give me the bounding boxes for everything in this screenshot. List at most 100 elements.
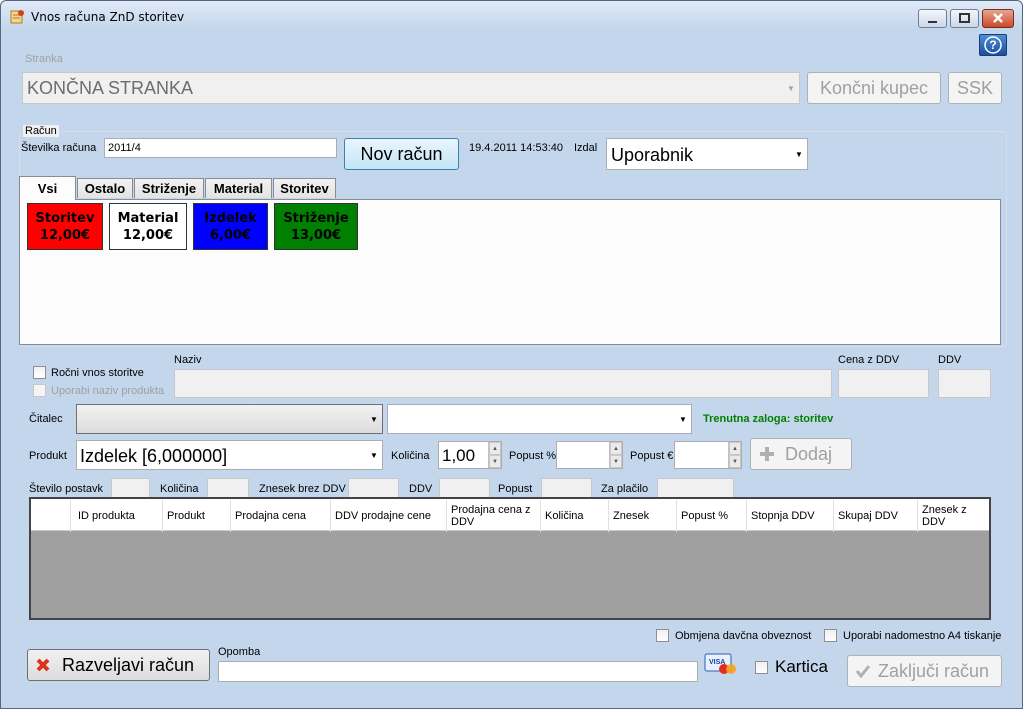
izdal-combo[interactable]: Uporabnik ▼	[606, 138, 808, 170]
zaloga-text: Trenutna zaloga: storitev	[703, 413, 834, 425]
ddv-input[interactable]	[938, 369, 991, 398]
col-znesek-z-ddv[interactable]: Znesek z DDV	[918, 500, 988, 532]
col-znesek[interactable]: Znesek	[609, 500, 677, 532]
help-icon: ?	[984, 36, 1002, 54]
x-icon	[36, 658, 50, 672]
tile-price: 12,00€	[39, 227, 91, 243]
zakljuci-button[interactable]: Zaključi račun	[847, 655, 1002, 687]
tab-strizenje[interactable]: Striženje	[134, 178, 204, 198]
datetime-text: 19.4.2011 14:53:40	[469, 142, 563, 154]
produkt-combo[interactable]: Izdelek [6,000000] ▼	[76, 440, 383, 470]
izdal-value: Uporabnik	[611, 145, 694, 165]
summary-ddv-label: DDV	[409, 483, 433, 495]
rocni-vnos-label: Ročni vnos storitve	[51, 367, 144, 379]
summary-popust-label: Popust	[498, 483, 533, 495]
koncni-kupec-button[interactable]: Končni kupec	[807, 72, 941, 104]
chevron-down-icon: ▼	[679, 414, 687, 424]
col-prodajna-cena[interactable]: Prodajna cena	[231, 500, 331, 532]
col-ddv-prodajne-cene[interactable]: DDV prodajne cene	[331, 500, 447, 532]
row-header-corner	[31, 500, 71, 532]
col-id-produkta[interactable]: ID produkta	[74, 500, 163, 532]
summary-ddv-value	[439, 478, 490, 498]
tile-izdelek[interactable]: Izdelek 6,00€	[193, 203, 268, 250]
maximize-button[interactable]	[950, 9, 979, 28]
tile-storitev[interactable]: Storitev 12,00€	[27, 203, 103, 250]
stranka-combo[interactable]: KONČNA STRANKA ▼	[22, 72, 800, 104]
stranka-value: KONČNA STRANKA	[27, 78, 194, 98]
tile-price: 6,00€	[209, 227, 252, 243]
opomba-label: Opomba	[218, 646, 261, 658]
naziv-input[interactable]	[174, 369, 832, 398]
col-popust-pct[interactable]: Popust %	[677, 500, 747, 532]
tile-price: 12,00€	[122, 227, 174, 243]
kartica-label: Kartica	[775, 657, 828, 676]
obmjena-checkbox[interactable]	[656, 629, 669, 642]
maximize-icon	[959, 13, 970, 23]
racun-group-label: Račun	[23, 125, 59, 137]
znesek-brez-ddv-label: Znesek brez DDV	[259, 483, 346, 495]
stevilka-value: 2011/4	[108, 142, 141, 154]
col-prodajna-cena-z-ddv[interactable]: Prodajna cena z DDV	[447, 500, 541, 532]
uporabi-naziv-label: Uporabi naziv produkta	[51, 385, 165, 397]
title-bar[interactable]: Vnos računa ZnD storitev	[1, 1, 1022, 31]
naziv-label: Naziv	[174, 354, 202, 366]
stevilka-input[interactable]: 2011/4	[104, 138, 337, 158]
citalec-combo[interactable]: ▼	[76, 404, 383, 434]
a4-checkbox[interactable]	[824, 629, 837, 642]
produkt-label: Produkt	[29, 450, 67, 462]
nov-racun-button[interactable]: Nov račun	[344, 138, 459, 170]
cena-input[interactable]	[838, 369, 929, 398]
popust-pct-label: Popust %	[509, 450, 557, 462]
checkmark-icon	[855, 665, 871, 679]
col-stopnja-ddv[interactable]: Stopnja DDV	[747, 500, 834, 532]
kolicina-input[interactable]: 1,00 ▲ ▼	[438, 441, 502, 469]
opomba-input[interactable]	[218, 661, 698, 682]
citalec-combo-2[interactable]: ▼	[387, 404, 692, 434]
chevron-down-icon: ▼	[795, 149, 803, 159]
close-button[interactable]	[982, 9, 1014, 28]
chevron-down-icon: ▼	[370, 414, 378, 424]
popust-eur-input[interactable]: ▲ ▼	[674, 441, 742, 469]
ssk-button[interactable]: SSK	[948, 72, 1002, 104]
tab-vsi[interactable]: Vsi	[19, 176, 76, 200]
col-skupaj-ddv[interactable]: Skupaj DDV	[834, 500, 918, 532]
popust-pct-spinner[interactable]: ▲ ▼	[609, 442, 622, 468]
citalec-label: Čitalec	[29, 413, 63, 425]
col-produkt[interactable]: Produkt	[163, 500, 231, 532]
kolicina-spinner[interactable]: ▲ ▼	[488, 442, 501, 468]
popust-eur-spinner[interactable]: ▲ ▼	[728, 442, 741, 468]
credit-card-icon: VISA	[704, 653, 736, 674]
a4-label: Uporabi nadomestno A4 tiskanje	[843, 630, 1002, 642]
tile-name: Izdelek	[204, 210, 257, 226]
obmjena-label: Obmjena davčna obveznost	[675, 630, 812, 642]
close-icon	[993, 13, 1003, 23]
tile-name: Material	[117, 210, 179, 226]
svg-text:?: ?	[989, 38, 996, 52]
kolicina-label: Količina	[391, 450, 430, 462]
izdal-label: Izdal	[574, 142, 598, 154]
tab-ostalo[interactable]: Ostalo	[77, 178, 133, 198]
produkt-value: Izdelek [6,000000]	[80, 446, 228, 466]
window-title: Vnos računa ZnD storitev	[31, 10, 185, 24]
plus-icon	[760, 447, 774, 461]
tab-storitev[interactable]: Storitev	[273, 178, 336, 198]
help-button[interactable]: ?	[979, 34, 1007, 56]
kartica-checkbox[interactable]	[755, 661, 768, 674]
tile-strizenje[interactable]: Striženje 13,00€	[274, 203, 358, 250]
dodaj-button[interactable]: Dodaj	[750, 438, 852, 470]
summary-kolicina-label: Količina	[160, 483, 199, 495]
popust-eur-label: Popust €	[630, 450, 674, 462]
kolicina-value: 1,00	[442, 446, 476, 465]
stranka-label: Stranka	[25, 53, 63, 65]
tab-material[interactable]: Material	[205, 178, 272, 198]
znesek-brez-ddv-value	[348, 478, 399, 498]
razveljavi-button[interactable]: Razveljavi račun	[27, 649, 210, 681]
tile-material[interactable]: Material 12,00€	[109, 203, 187, 250]
col-kolicina[interactable]: Količina	[541, 500, 609, 532]
chevron-down-icon: ▼	[370, 450, 378, 460]
uporabi-naziv-checkbox[interactable]	[33, 384, 46, 397]
zakljuci-label: Zaključi račun	[878, 660, 990, 681]
minimize-button[interactable]	[918, 9, 947, 28]
rocni-vnos-checkbox[interactable]	[33, 366, 46, 379]
popust-pct-input[interactable]: ▲ ▼	[556, 441, 623, 469]
